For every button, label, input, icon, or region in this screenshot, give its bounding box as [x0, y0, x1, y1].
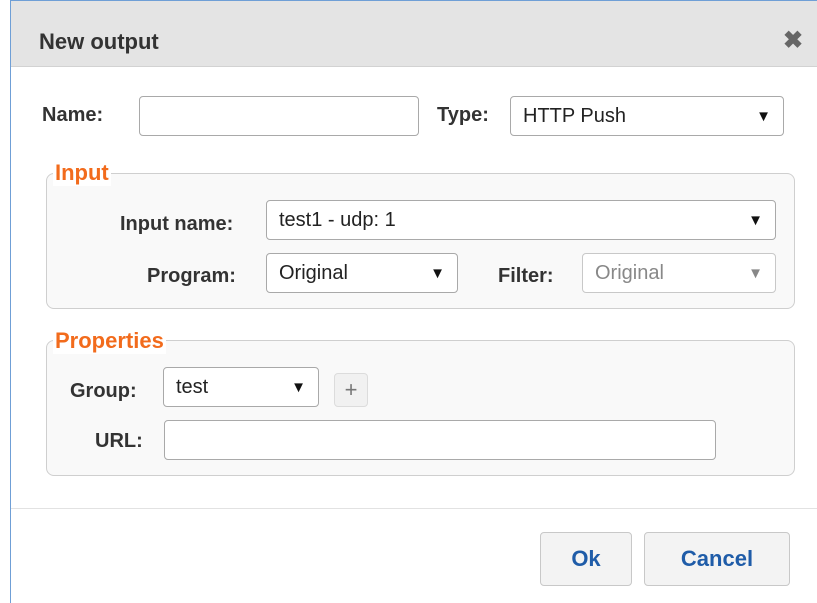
program-value: Original: [279, 261, 348, 284]
program-select[interactable]: Original ▼: [266, 253, 458, 293]
chevron-down-icon: ▼: [748, 264, 763, 282]
input-name-select[interactable]: test1 - udp: 1 ▼: [266, 200, 776, 240]
input-legend: Input: [53, 160, 111, 186]
new-output-dialog: New output ✖ Name: Type: HTTP Push ▼ Inp…: [10, 0, 817, 603]
dialog-titlebar: New output ✖: [11, 1, 817, 67]
type-select[interactable]: HTTP Push ▼: [510, 96, 784, 136]
name-input[interactable]: [139, 96, 419, 136]
ok-button[interactable]: Ok: [540, 532, 632, 586]
chevron-down-icon: ▼: [756, 107, 771, 125]
input-name-value: test1 - udp: 1: [279, 208, 396, 231]
cancel-button[interactable]: Cancel: [644, 532, 790, 586]
group-select[interactable]: test ▼: [163, 367, 319, 407]
chevron-down-icon: ▼: [291, 378, 306, 396]
close-icon[interactable]: ✖: [783, 29, 803, 53]
url-input[interactable]: [164, 420, 716, 460]
chevron-down-icon: ▼: [748, 211, 763, 229]
group-value: test: [176, 375, 209, 398]
input-name-label: Input name:: [120, 213, 234, 235]
chevron-down-icon: ▼: [430, 264, 445, 282]
dialog-title: New output: [39, 29, 159, 54]
add-group-button[interactable]: +: [334, 373, 368, 407]
footer-divider: [11, 508, 817, 509]
type-label: Type:: [437, 104, 489, 126]
program-label: Program:: [147, 265, 236, 287]
type-select-value: HTTP Push: [523, 104, 626, 127]
filter-value: Original: [595, 261, 664, 284]
url-label: URL:: [95, 430, 143, 452]
group-label: Group:: [70, 380, 137, 402]
filter-label: Filter:: [498, 265, 554, 287]
properties-legend: Properties: [53, 328, 166, 354]
plus-icon: +: [344, 377, 358, 402]
filter-select: Original ▼: [582, 253, 776, 293]
name-label: Name:: [42, 104, 104, 126]
